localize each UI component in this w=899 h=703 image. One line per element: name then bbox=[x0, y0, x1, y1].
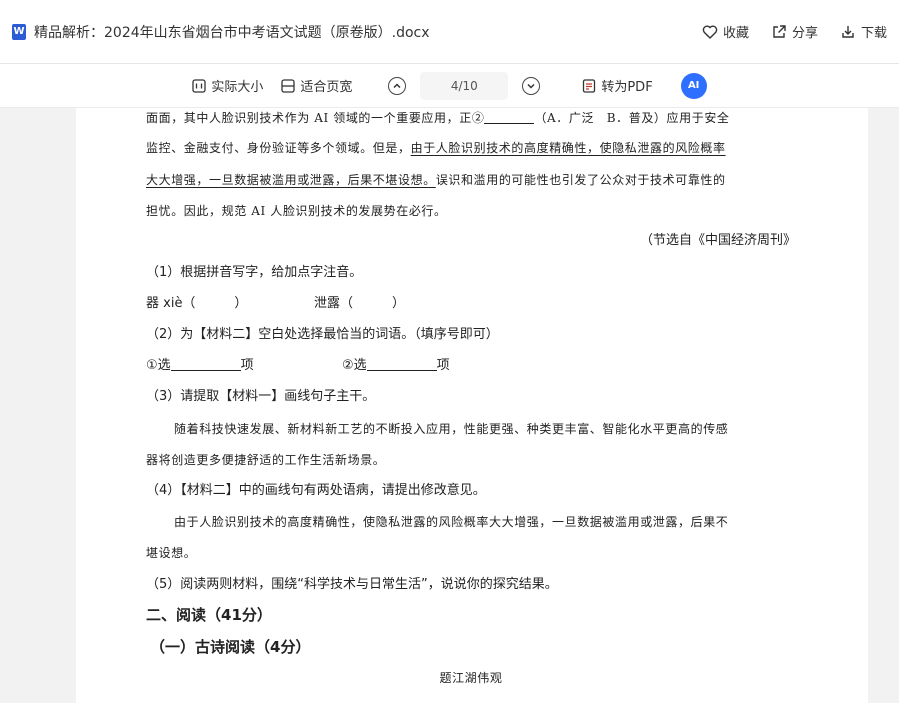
question-3: （3）请提取【材料一】画线句子主干。 bbox=[146, 389, 376, 404]
text-line: 堪设想。 bbox=[146, 546, 197, 560]
underlined-sentence: 大大增强，一旦数据被滥用或泄露，后果不堪设想。 bbox=[146, 173, 436, 187]
text-segment: ①选 bbox=[146, 358, 171, 373]
viewer-toolbar: 实际大小 适合页宽 4/10 转为PDF AI bbox=[0, 64, 899, 108]
question-4: （4）【材料二】中的画线句有两处语病，请提出修改意见。 bbox=[146, 483, 486, 498]
ai-assistant-button[interactable]: AI bbox=[680, 72, 707, 99]
subsection-heading: （一）古诗阅读（4分） bbox=[150, 638, 311, 656]
heart-icon bbox=[702, 25, 718, 39]
source-citation: （节选自《中国经济周刊》 bbox=[639, 233, 796, 248]
question-1b: 泄露（ ） bbox=[314, 296, 406, 311]
actual-size-button[interactable]: 实际大小 bbox=[192, 76, 263, 95]
answer-blank bbox=[170, 357, 241, 371]
pdf-icon bbox=[583, 78, 596, 93]
question-2b: ②选 项 bbox=[342, 356, 450, 376]
text-segment: ②选 bbox=[342, 358, 367, 373]
section-heading: 二、阅读（41分） bbox=[146, 606, 272, 624]
document-title: 精品解析：2024年山东省烟台市中考语文试题（原卷版）.docx bbox=[34, 24, 430, 41]
share-button[interactable]: 分享 bbox=[771, 22, 818, 41]
text-segment: 项 bbox=[240, 358, 254, 373]
answer-blank bbox=[484, 110, 535, 124]
actual-size-icon bbox=[192, 78, 206, 93]
poem-title: 题江湖伟观 bbox=[439, 671, 503, 685]
fit-width-button[interactable]: 适合页宽 bbox=[281, 76, 352, 95]
actual-size-label: 实际大小 bbox=[211, 80, 264, 95]
question-1a: 器 xiè（ ） bbox=[146, 296, 248, 311]
underlined-sentence: 由于人脸识别技术的高度精确性，使隐私泄露的风险概率 bbox=[410, 141, 726, 155]
fit-width-label: 适合页宽 bbox=[300, 80, 353, 95]
question-1: （1）根据拼音写字，给加点字注音。 bbox=[146, 265, 363, 280]
share-icon bbox=[773, 24, 786, 38]
document-page: 面面，其中人脸识别技术作为 AI 领域的一个重要应用，正② （A．广泛 B．普及）… bbox=[76, 108, 868, 703]
favorite-button[interactable]: 收藏 bbox=[702, 22, 749, 41]
title-actions: 收藏 分享 下载 bbox=[702, 22, 887, 41]
title-bar: W 精品解析：2024年山东省烟台市中考语文试题（原卷版）.docx 收藏 分享… bbox=[0, 0, 899, 64]
download-button[interactable]: 下载 bbox=[840, 22, 887, 41]
text-line: 随着科技快速发展、新材料新工艺的不断投入应用，性能更强、种类更丰富、智能化水平更… bbox=[174, 422, 729, 436]
text-segment: 监控、金融支付、身份验证等多个领域。但是， bbox=[146, 141, 411, 155]
convert-pdf-button[interactable]: 转为PDF bbox=[582, 76, 653, 95]
next-page-button[interactable] bbox=[522, 76, 541, 95]
chevron-up-icon bbox=[393, 82, 401, 88]
text-line: 监控、金融支付、身份验证等多个领域。但是，由于人脸识别技术的高度精确性，使隐私泄… bbox=[146, 138, 726, 158]
document-viewer: W 精品解析：2024年山东省烟台市中考语文试题（原卷版）.docx 收藏 分享… bbox=[0, 0, 899, 703]
text-segment: 项 bbox=[436, 358, 450, 373]
convert-pdf-label: 转为PDF bbox=[601, 80, 653, 95]
text-segment: （A．广泛 B．普及）应用于安全 bbox=[534, 111, 730, 125]
share-label: 分享 bbox=[791, 26, 818, 41]
text-line: 担忧。因此，规范 AI 人脸识别技术的发展势在必行。 bbox=[146, 204, 447, 218]
text-line: 面面，其中人脸识别技术作为 AI 领域的一个重要应用，正② （A．广泛 B．普及）… bbox=[146, 108, 730, 128]
question-2a: ①选 项 bbox=[146, 356, 254, 376]
answer-blank bbox=[366, 357, 437, 371]
text-line: 大大增强，一旦数据被滥用或泄露，后果不堪设想。误识和滥用的可能性也引发了公众对于… bbox=[146, 170, 726, 190]
favorite-label: 收藏 bbox=[722, 26, 749, 41]
page-number-input[interactable]: 4/10 bbox=[420, 71, 509, 100]
word-doc-icon: W bbox=[12, 23, 26, 40]
fit-width-icon bbox=[281, 78, 295, 93]
text-line: 由于人脸识别技术的高度精确性，使隐私泄露的风险概率大大增强，一旦数据被滥用或泄露… bbox=[174, 515, 729, 529]
text-segment: 误识和滥用的可能性也引发了公众对于技术可靠性的 bbox=[435, 173, 726, 187]
question-2: （2）为【材料二】空白处选择最恰当的词语。（填序号即可） bbox=[146, 327, 499, 342]
ai-icon: AI bbox=[687, 80, 700, 91]
text-segment: 面面，其中人脸识别技术作为 AI 领域的一个重要应用，正② bbox=[146, 111, 485, 125]
question-5: （5）阅读两则材料，围绕“科学技术与日常生活”，说说你的探究结果。 bbox=[146, 577, 558, 592]
chevron-down-icon bbox=[527, 83, 535, 89]
download-icon bbox=[842, 25, 854, 38]
download-label: 下载 bbox=[860, 26, 887, 41]
previous-page-button[interactable] bbox=[388, 76, 407, 95]
text-line: 器将创造更多便捷舒适的工作生活新场景。 bbox=[146, 453, 386, 467]
